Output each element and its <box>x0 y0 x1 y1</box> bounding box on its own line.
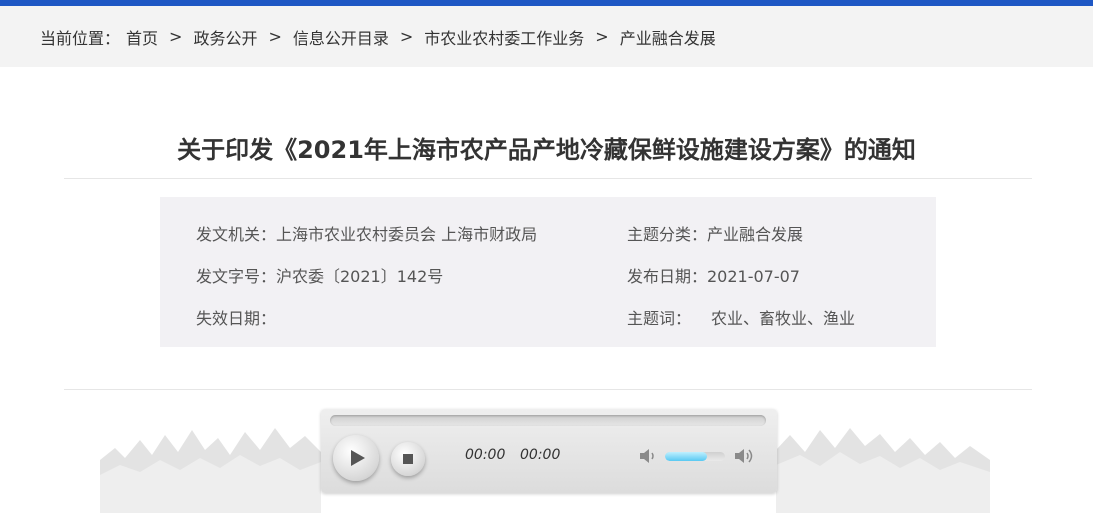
duration-time: 00:00 <box>520 447 561 463</box>
breadcrumb: 当前位置： 首页 > 政务公开 > 信息公开目录 > 市农业农村委工作业务 > … <box>0 6 1093 67</box>
audio-player: 00:00 00:00 <box>321 409 777 493</box>
progress-track[interactable] <box>330 415 766 426</box>
document-meta-panel: 发文机关：上海市农业农村委员会 上海市财政局 主题分类：产业融合发展 发文字号：… <box>160 197 936 347</box>
volume-slider-fill <box>665 452 707 461</box>
breadcrumb-catalog-link[interactable]: 信息公开目录 <box>293 25 389 49</box>
meta-category: 主题分类：产业融合发展 <box>627 225 804 244</box>
meta-expiry: 失效日期： <box>196 309 277 328</box>
meta-keywords-label: 主题词： <box>627 309 692 328</box>
breadcrumb-separator: > <box>268 27 282 46</box>
volume-slider[interactable] <box>665 452 725 461</box>
meta-publish-date: 发布日期：2021-07-07 <box>627 267 800 286</box>
play-button[interactable] <box>333 435 379 481</box>
volume-high-icon[interactable] <box>733 445 755 467</box>
meta-divider <box>64 389 1032 390</box>
play-icon <box>351 450 365 466</box>
title-divider <box>64 178 1032 179</box>
breadcrumb-separator: > <box>169 27 183 46</box>
breadcrumb-prefix: 当前位置： <box>40 28 121 48</box>
breadcrumb-separator: > <box>595 27 609 46</box>
breadcrumb-agri-business-link[interactable]: 市农业农村委工作业务 <box>424 25 584 49</box>
current-time: 00:00 <box>465 447 506 463</box>
breadcrumb-industry-link[interactable]: 产业融合发展 <box>620 25 716 49</box>
stop-button[interactable] <box>391 442 425 476</box>
breadcrumb-gov-affairs-link[interactable]: 政务公开 <box>193 25 257 49</box>
stop-icon <box>403 454 413 464</box>
meta-keywords-value: 农业、畜牧业、渔业 <box>711 309 856 328</box>
meta-doc-number: 发文字号：沪农委〔2021〕142号 <box>196 267 444 286</box>
breadcrumb-separator: > <box>399 27 414 46</box>
volume-low-icon[interactable] <box>637 445 659 467</box>
breadcrumb-home-link[interactable]: 首页 <box>126 25 158 49</box>
page-title: 关于印发《2021年上海市农产品产地冷藏保鲜设施建设方案》的通知 <box>177 136 916 164</box>
meta-issuer: 发文机关：上海市农业农村委员会 上海市财政局 <box>196 225 538 244</box>
